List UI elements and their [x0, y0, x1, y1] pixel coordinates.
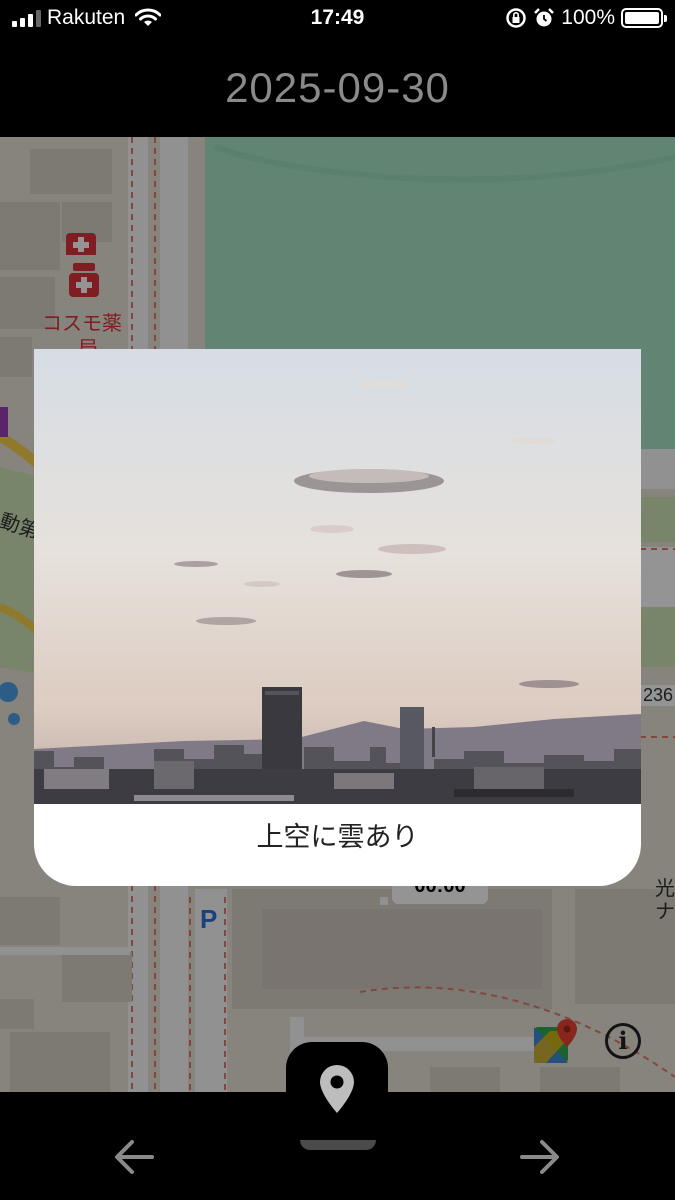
battery-percent: 100% [561, 6, 615, 29]
status-bar: Rakuten 17:49 100% [0, 0, 675, 40]
battery-icon [621, 8, 667, 28]
rotation-lock-icon [506, 8, 527, 28]
arrow-right-icon[interactable] [518, 1135, 562, 1179]
map-pin-icon [320, 1065, 354, 1113]
location-button-shadow [300, 1140, 376, 1150]
photo-card[interactable]: 上空に雲あり [34, 349, 641, 886]
alarm-icon [534, 8, 555, 27]
location-button[interactable] [286, 1042, 388, 1140]
arrow-left-icon[interactable] [112, 1135, 156, 1179]
status-right: 100% [505, 6, 667, 30]
sky-photo [34, 349, 641, 804]
date-title: 2025-09-30 [225, 64, 450, 111]
photo-caption: 上空に雲あり [256, 822, 419, 853]
header: 2025-09-30 [0, 40, 675, 137]
